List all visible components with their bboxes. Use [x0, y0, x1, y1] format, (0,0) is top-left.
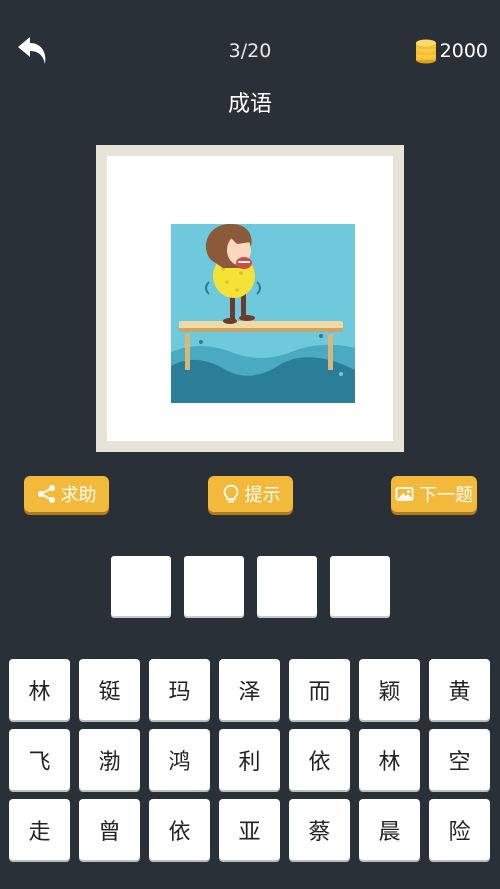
character-key[interactable]: 晨: [359, 799, 420, 860]
character-key[interactable]: 依: [289, 729, 350, 790]
help-button[interactable]: 求助: [24, 476, 109, 512]
next-question-button-label: 下一题: [419, 485, 473, 506]
puzzle-illustration: [171, 224, 355, 403]
character-key[interactable]: 黄: [429, 659, 490, 720]
character-key[interactable]: 渤: [79, 729, 140, 790]
answer-slot[interactable]: [330, 556, 390, 616]
lightbulb-icon: [223, 484, 238, 503]
hint-button-label: 提示: [244, 485, 281, 506]
coin-balance: 2000: [415, 38, 488, 64]
coin-stack-icon: [415, 39, 436, 64]
character-key[interactable]: 林: [9, 659, 70, 720]
character-key[interactable]: 而: [289, 659, 350, 720]
character-keyboard: 林 铤 玛 泽 而 颖 黄 飞 渤 鸿 利 依 林 空 走 曾 依 亚 蔡 晨 …: [9, 659, 490, 860]
character-key[interactable]: 依: [149, 799, 210, 860]
puzzle-picture-mat: [107, 156, 393, 441]
character-key[interactable]: 玛: [149, 659, 210, 720]
answer-slots: [111, 556, 390, 616]
character-key[interactable]: 亚: [219, 799, 280, 860]
coin-count: 2000: [439, 40, 488, 62]
character-key[interactable]: 泽: [219, 659, 280, 720]
puzzle-category: 成语: [227, 92, 272, 117]
character-key[interactable]: 走: [9, 799, 70, 860]
answer-slot[interactable]: [111, 556, 171, 616]
character-key[interactable]: 曾: [79, 799, 140, 860]
character-key[interactable]: 颖: [359, 659, 420, 720]
character-key[interactable]: 林: [359, 729, 420, 790]
character-key[interactable]: 险: [429, 799, 490, 860]
share-icon: [37, 485, 55, 503]
character-key[interactable]: 利: [219, 729, 280, 790]
character-key[interactable]: 铤: [79, 659, 140, 720]
character-key[interactable]: 鸿: [149, 729, 210, 790]
answer-slot[interactable]: [257, 556, 317, 616]
character-key[interactable]: 蔡: [289, 799, 350, 860]
hint-button[interactable]: 提示: [208, 476, 293, 512]
character-key[interactable]: 飞: [9, 729, 70, 790]
puzzle-picture-frame: [96, 145, 404, 452]
help-button-label: 求助: [60, 485, 97, 506]
character-key[interactable]: 空: [429, 729, 490, 790]
picture-icon: [395, 487, 414, 501]
next-question-button[interactable]: 下一题: [391, 476, 477, 512]
answer-slot[interactable]: [184, 556, 244, 616]
